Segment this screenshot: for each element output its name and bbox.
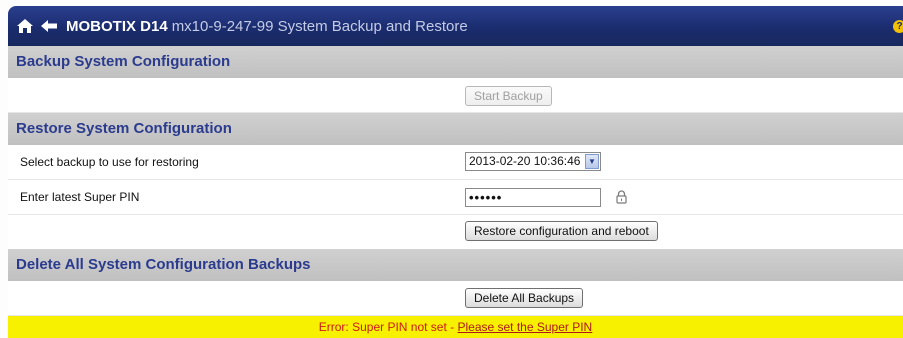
back-arrow-icon[interactable]: [40, 19, 58, 33]
page-title: MOBOTIX D14 mx10-9-247-99 System Backup a…: [66, 18, 468, 35]
page-frame: MOBOTIX D14 mx10-9-247-99 System Backup a…: [8, 6, 903, 338]
chevron-down-icon[interactable]: ▼: [585, 154, 599, 169]
super-pin-input[interactable]: [465, 188, 601, 207]
section-header-restore: Restore System Configuration: [8, 113, 903, 145]
section-title-delete: Delete All System Configuration Backups: [16, 256, 311, 273]
backup-select[interactable]: 2013-02-20 10:36:46 ▼: [465, 152, 601, 171]
section-header-backup: Backup System Configuration: [8, 46, 903, 78]
super-pin-row: Enter latest Super PIN: [8, 180, 903, 215]
section-title-restore: Restore System Configuration: [16, 120, 232, 137]
super-pin-label: Enter latest Super PIN: [20, 190, 140, 204]
title-bar: MOBOTIX D14 mx10-9-247-99 System Backup a…: [8, 6, 903, 46]
page-subtitle: mx10-9-247-99 System Backup and Restore: [171, 18, 468, 35]
select-backup-row: Select backup to use for restoring 2013-…: [8, 145, 903, 180]
brand-name: MOBOTIX D14: [66, 18, 168, 35]
delete-row: Delete All Backups: [8, 281, 903, 316]
home-icon[interactable]: [16, 18, 34, 34]
lock-icon[interactable]: [616, 190, 627, 204]
start-backup-button[interactable]: Start Backup: [465, 86, 552, 106]
restore-reboot-button[interactable]: Restore configuration and reboot: [465, 221, 658, 241]
delete-all-backups-button[interactable]: Delete All Backups: [465, 288, 584, 308]
help-icon[interactable]: ?: [893, 20, 903, 33]
error-bar: Error: Super PIN not set - Please set th…: [8, 316, 903, 338]
backup-row: Start Backup: [8, 78, 903, 113]
select-backup-label: Select backup to use for restoring: [20, 155, 199, 169]
restore-button-row: Restore configuration and reboot: [8, 215, 903, 250]
set-super-pin-link[interactable]: Please set the Super PIN: [457, 320, 592, 334]
section-title-backup: Backup System Configuration: [16, 53, 231, 70]
section-header-delete: Delete All System Configuration Backups: [8, 249, 903, 281]
backup-select-value: 2013-02-20 10:36:46: [469, 154, 581, 168]
error-message: Error: Super PIN not set -: [318, 320, 458, 334]
